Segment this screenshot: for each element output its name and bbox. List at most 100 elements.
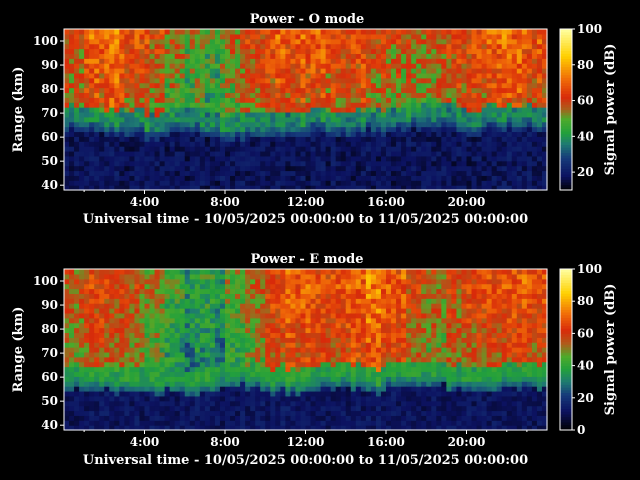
heatmap-cell: [501, 82, 508, 89]
heatmap-cell: [169, 386, 176, 392]
heatmap-cell: [401, 107, 407, 113]
heatmap-cell: [360, 29, 367, 35]
heatmap-cell: [230, 43, 236, 50]
heatmap-cell: [320, 361, 327, 368]
heatmap-cell: [250, 351, 256, 358]
heatmap-cell: [134, 317, 141, 324]
heatmap-cell: [391, 146, 397, 152]
heatmap-cell: [335, 131, 342, 137]
heatmap-cell: [270, 347, 276, 353]
heatmap-cell: [441, 146, 447, 152]
heatmap-cell: [124, 390, 131, 397]
heatmap-cell: [396, 58, 402, 64]
heatmap-cell: [305, 53, 312, 59]
heatmap-cell: [421, 116, 427, 123]
heatmap-cell: [164, 322, 171, 329]
heatmap-cell: [154, 317, 161, 324]
heatmap-cell: [225, 376, 231, 382]
heatmap-cell: [225, 29, 231, 35]
heatmap-cell: [451, 116, 458, 123]
heatmap-cell: [300, 410, 307, 416]
heatmap-cell: [94, 107, 100, 113]
heatmap-cell: [245, 97, 251, 103]
heatmap-cell: [184, 48, 191, 54]
heatmap-cell: [159, 126, 166, 133]
heatmap-cell: [159, 332, 166, 338]
heatmap-cell: [245, 175, 251, 181]
heatmap-cell: [511, 180, 518, 186]
heatmap-cell: [104, 141, 110, 147]
heatmap-cell: [461, 170, 468, 176]
heatmap-cell: [486, 72, 493, 79]
heatmap-cell: [421, 68, 427, 74]
heatmap-cell: [64, 376, 70, 382]
heatmap-cell: [270, 288, 276, 294]
heatmap-cell: [250, 165, 256, 172]
heatmap-cell: [511, 53, 518, 59]
heatmap-cell: [225, 92, 231, 98]
heatmap-cell: [89, 312, 95, 319]
heatmap-cell: [245, 386, 251, 392]
heatmap-cell: [169, 97, 176, 103]
heatmap-cell: [64, 395, 70, 402]
heatmap-cell: [526, 38, 533, 45]
heatmap-cell: [310, 356, 317, 363]
heatmap-cell: [99, 131, 105, 137]
heatmap-cell: [411, 175, 417, 181]
heatmap-cell: [350, 141, 357, 147]
heatmap-cell: [436, 180, 442, 186]
heatmap-cell: [144, 77, 151, 84]
heatmap-cell: [466, 121, 473, 128]
heatmap-cell: [335, 72, 342, 79]
heatmap-cell: [99, 170, 105, 176]
heatmap-cell: [431, 82, 437, 89]
heatmap-cell: [94, 283, 100, 290]
heatmap-cell: [124, 72, 131, 79]
heatmap-cell: [109, 155, 115, 162]
heatmap-cell: [174, 72, 181, 79]
heatmap-cell: [99, 308, 105, 314]
heatmap-cell: [154, 141, 161, 147]
heatmap-cell: [255, 288, 261, 294]
heatmap-cell: [199, 395, 206, 402]
heatmap-cell: [124, 312, 131, 319]
heatmap-cell: [481, 63, 488, 69]
heatmap-cell: [456, 87, 463, 94]
heatmap-cell: [94, 356, 100, 363]
heatmap-cell: [245, 342, 251, 348]
heatmap-cell: [270, 136, 276, 142]
heatmap-cell: [149, 53, 156, 59]
heatmap-cell: [431, 72, 437, 79]
heatmap-cell: [531, 121, 538, 128]
heatmap-cell: [461, 131, 468, 137]
heatmap-cell: [109, 107, 115, 113]
heatmap-cell: [481, 58, 488, 64]
heatmap-cell: [74, 269, 80, 275]
heatmap-cell: [260, 175, 266, 181]
heatmap-cell: [124, 283, 131, 290]
heatmap-cell: [69, 327, 75, 334]
heatmap-cell: [436, 82, 442, 89]
heatmap-cell: [466, 111, 473, 118]
heatmap-cell: [189, 48, 196, 54]
heatmap-cell: [189, 400, 196, 407]
heatmap-cell: [481, 175, 488, 181]
heatmap-cell: [144, 175, 151, 181]
heatmap-cell: [325, 102, 332, 108]
heatmap-cell: [99, 165, 105, 172]
heatmap-cell: [506, 175, 513, 181]
heatmap-cell: [89, 327, 95, 334]
heatmap-cell: [109, 410, 115, 416]
heatmap-cell: [94, 92, 100, 98]
heatmap-cell: [219, 381, 226, 387]
heatmap-cell: [345, 87, 352, 94]
heatmap-cell: [129, 381, 136, 387]
heatmap-cell: [94, 278, 100, 285]
heatmap-cell: [491, 82, 498, 89]
heatmap-cell: [305, 38, 312, 45]
heatmap-cell: [179, 150, 186, 157]
heatmap-cell: [214, 38, 221, 45]
heatmap-cell: [360, 111, 367, 118]
heatmap-cell: [250, 48, 256, 54]
heatmap-cell: [506, 82, 513, 89]
